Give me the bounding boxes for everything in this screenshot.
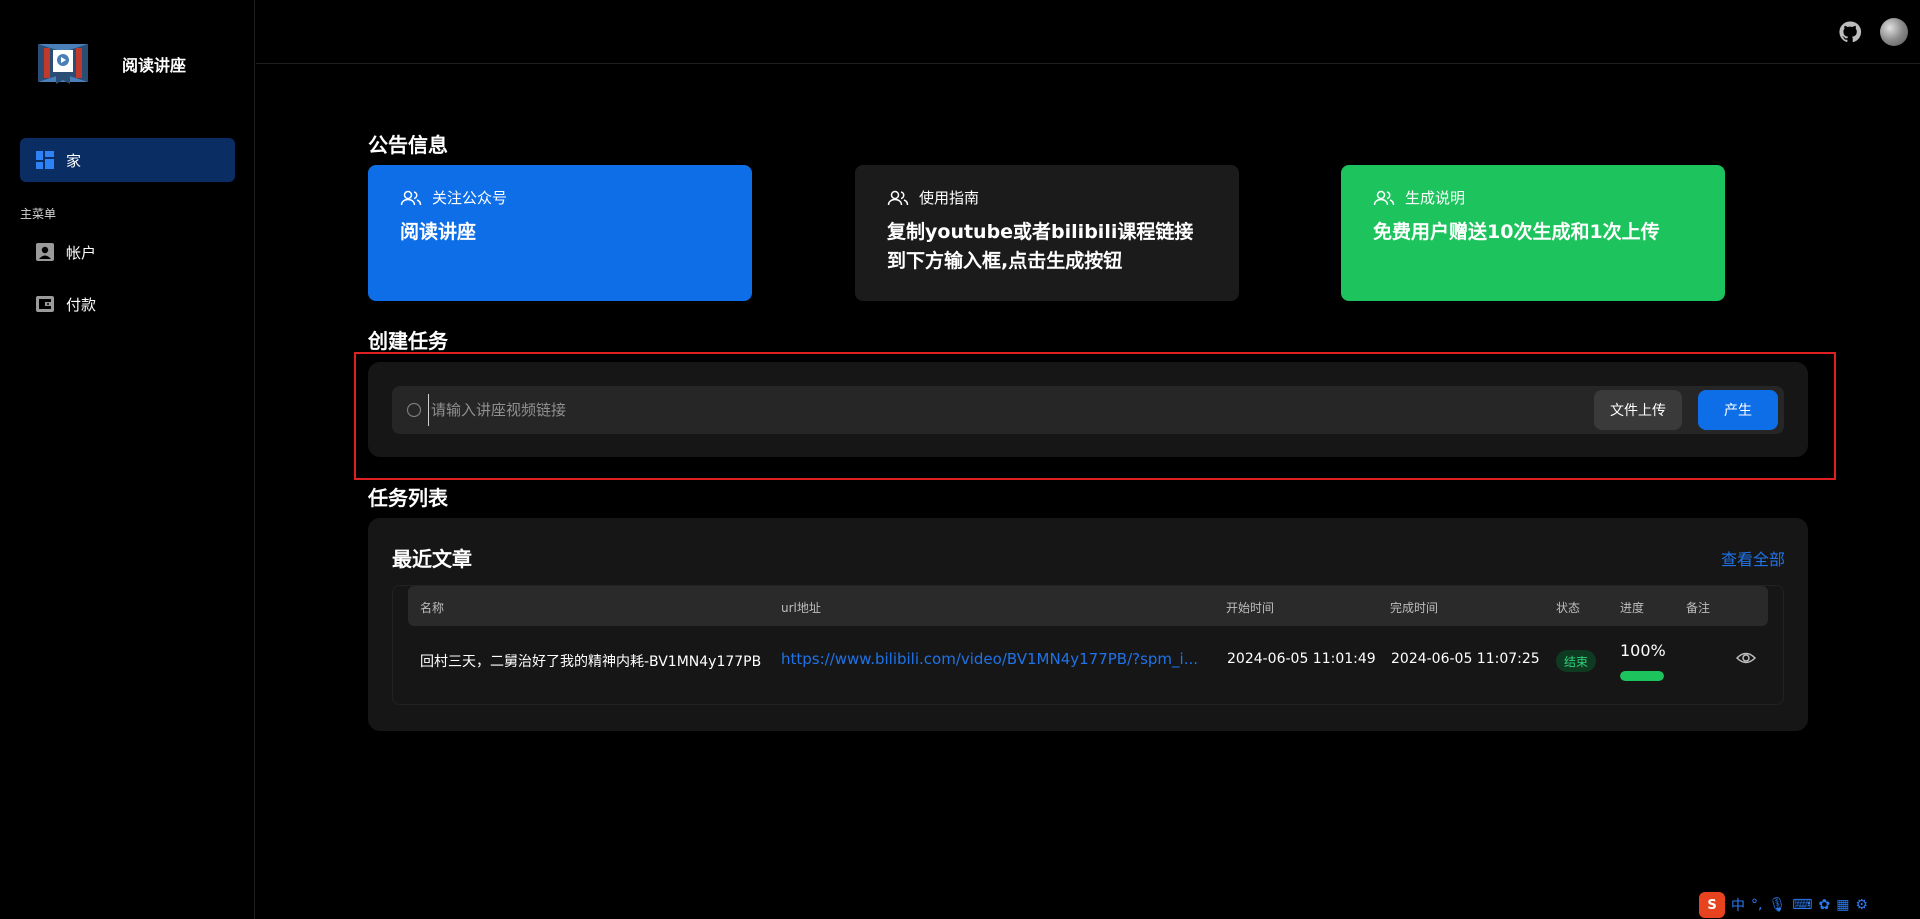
col-end: 完成时间 [1390, 601, 1439, 615]
task-url-link[interactable]: https://www.bilibili.com/video/BV1MN4y17… [781, 650, 1198, 668]
mic-icon[interactable]: 🎙 [1768, 897, 1786, 913]
ime-mode[interactable]: 中 [1731, 895, 1745, 915]
task-end-time: 2024-06-05 11:07:25 [1391, 651, 1540, 667]
announcement-title: 公告信息 [368, 133, 448, 157]
ime-punct[interactable]: °, [1751, 897, 1762, 913]
card-head: 生成说明 [1405, 189, 1466, 207]
system-tray: S 中 °, 🎙 ⌨ ✿ ▦ ⚙ [1695, 891, 1920, 919]
card-body: 阅读讲座 [400, 221, 477, 243]
card-head: 使用指南 [919, 189, 980, 207]
settings-icon[interactable]: ⚙ [1855, 897, 1868, 913]
eye-icon[interactable] [1736, 648, 1756, 668]
col-status: 状态 [1556, 601, 1581, 615]
nav-section-label: 主菜单 [20, 207, 57, 221]
wallet-icon [36, 296, 54, 312]
users-icon [1373, 190, 1395, 205]
nav-home[interactable]: 家 [20, 138, 235, 182]
progress-text: 100% [1620, 641, 1666, 660]
task-name: 回村三天，二舅治好了我的精神内耗-BV1MN4y177PB [420, 654, 762, 670]
sidebar: 阅读讲座 家 主菜单 帐户 付款 [0, 0, 255, 919]
status-badge: 结束 [1556, 650, 1596, 672]
view-all-link[interactable]: 查看全部 [1721, 546, 1785, 570]
app-logo [38, 44, 88, 84]
users-icon [887, 190, 909, 205]
grid-icon[interactable]: ▦ [1836, 897, 1849, 913]
topbar [256, 0, 1920, 64]
search-icon [406, 402, 422, 418]
video-url-input[interactable] [428, 394, 1568, 426]
nav-payment-label: 付款 [66, 295, 97, 314]
col-url: url地址 [781, 601, 821, 615]
user-icon [36, 243, 54, 261]
generate-button[interactable]: 产生 [1698, 390, 1778, 430]
skin-icon[interactable]: ✿ [1818, 897, 1830, 913]
announcement-card-info: 生成说明 免费用户赠送10次生成和1次上传 [1341, 165, 1725, 301]
file-upload-button[interactable]: 文件上传 [1594, 390, 1682, 430]
github-icon[interactable] [1838, 20, 1862, 44]
card-body: 复制youtube或者bilibili课程链接到下方输入框,点击生成按钮 [887, 221, 1194, 272]
nav-account[interactable]: 帐户 [20, 232, 235, 272]
task-start-time: 2024-06-05 11:01:49 [1227, 651, 1376, 667]
nav-payment[interactable]: 付款 [20, 284, 235, 324]
card-body: 免费用户赠送10次生成和1次上传 [1373, 221, 1660, 243]
card-head: 关注公众号 [432, 189, 508, 207]
create-task-title: 创建任务 [368, 329, 448, 353]
progress-bar [1620, 671, 1664, 681]
table-header: 名称 url地址 开始时间 完成时间 状态 进度 备注 [408, 586, 1768, 626]
avatar[interactable] [1880, 18, 1908, 46]
nav-home-label: 家 [66, 151, 82, 170]
col-start: 开始时间 [1226, 601, 1275, 615]
keyboard-icon[interactable]: ⌨ [1792, 897, 1812, 913]
search-bar: 文件上传 产生 [392, 386, 1784, 434]
sogou-ime-icon[interactable]: S [1699, 892, 1725, 918]
recent-articles-title: 最近文章 [392, 547, 472, 571]
dashboard-icon [36, 151, 54, 169]
nav-account-label: 帐户 [66, 243, 97, 262]
announcement-card-follow: 关注公众号 阅读讲座 [368, 165, 752, 301]
col-note: 备注 [1686, 601, 1711, 615]
progress-fill [1620, 671, 1664, 681]
users-icon [400, 190, 422, 205]
col-progress: 进度 [1620, 601, 1645, 615]
col-name: 名称 [420, 601, 445, 615]
app-name: 阅读讲座 [122, 56, 187, 75]
announcement-card-guide: 使用指南 复制youtube或者bilibili课程链接到下方输入框,点击生成按… [855, 165, 1239, 301]
task-list-title: 任务列表 [368, 486, 448, 510]
